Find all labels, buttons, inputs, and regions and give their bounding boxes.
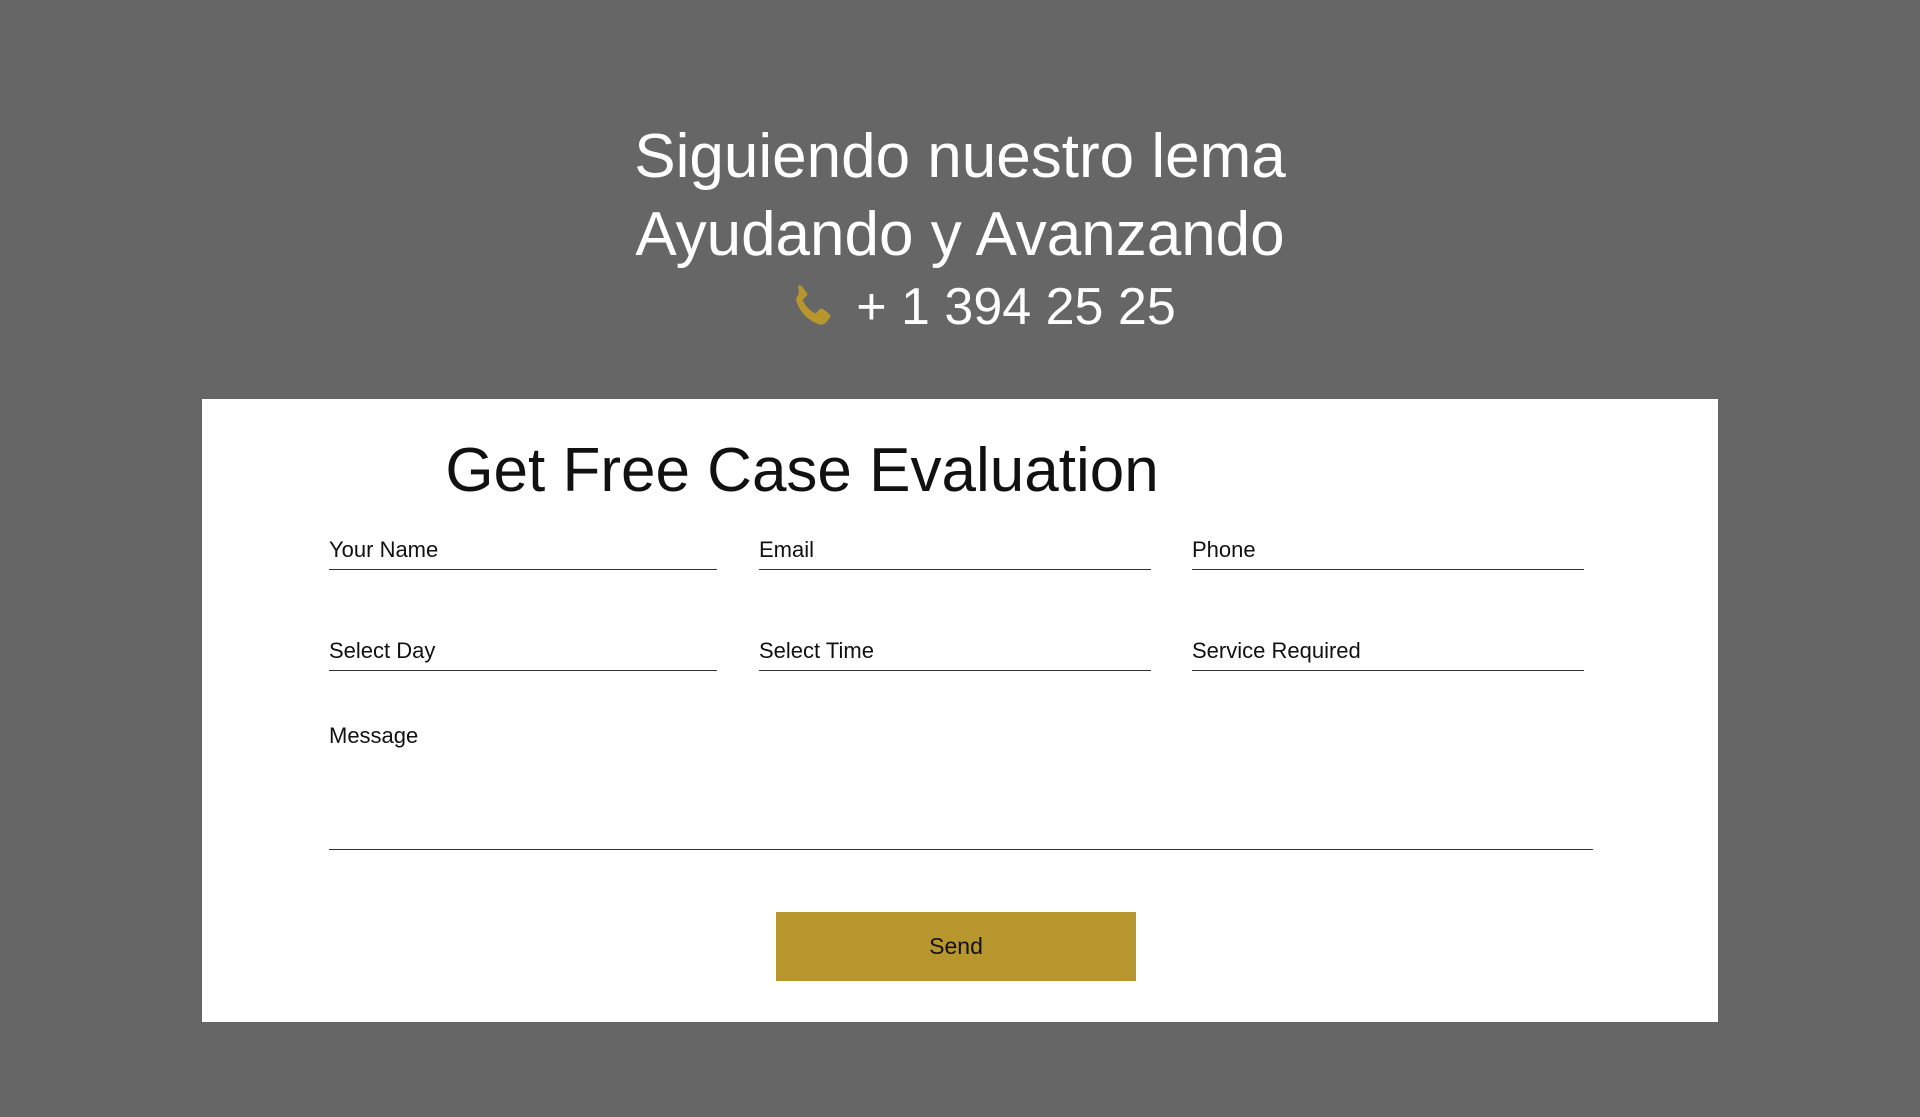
service-field	[1192, 626, 1584, 671]
day-field	[329, 626, 717, 671]
service-select[interactable]	[1192, 638, 1584, 664]
hero-line-2: Ayudando y Avanzando	[635, 200, 1285, 269]
time-field	[759, 626, 1151, 671]
time-select[interactable]	[759, 638, 1151, 664]
phone-icon	[784, 281, 836, 333]
day-select[interactable]	[329, 638, 717, 664]
hero-line-1: Siguiendo nuestro lema	[634, 122, 1286, 191]
phone-field	[1192, 525, 1584, 570]
send-button[interactable]: Send	[776, 912, 1136, 981]
name-input[interactable]	[329, 537, 717, 563]
form-title: Get Free Case Evaluation	[445, 436, 1159, 505]
phone-input[interactable]	[1192, 537, 1584, 563]
evaluation-form-card: Get Free Case Evaluation Send	[202, 399, 1718, 1022]
name-field	[329, 525, 717, 570]
email-input[interactable]	[759, 537, 1151, 563]
email-field	[759, 525, 1151, 570]
hero-section: Siguiendo nuestro lema Ayudando y Avanza…	[0, 118, 1920, 342]
phone-number[interactable]: + 1 394 25 25	[856, 272, 1176, 342]
phone-contact[interactable]: + 1 394 25 25	[40, 272, 1920, 342]
message-field	[329, 717, 1593, 850]
message-input[interactable]	[329, 717, 1593, 843]
